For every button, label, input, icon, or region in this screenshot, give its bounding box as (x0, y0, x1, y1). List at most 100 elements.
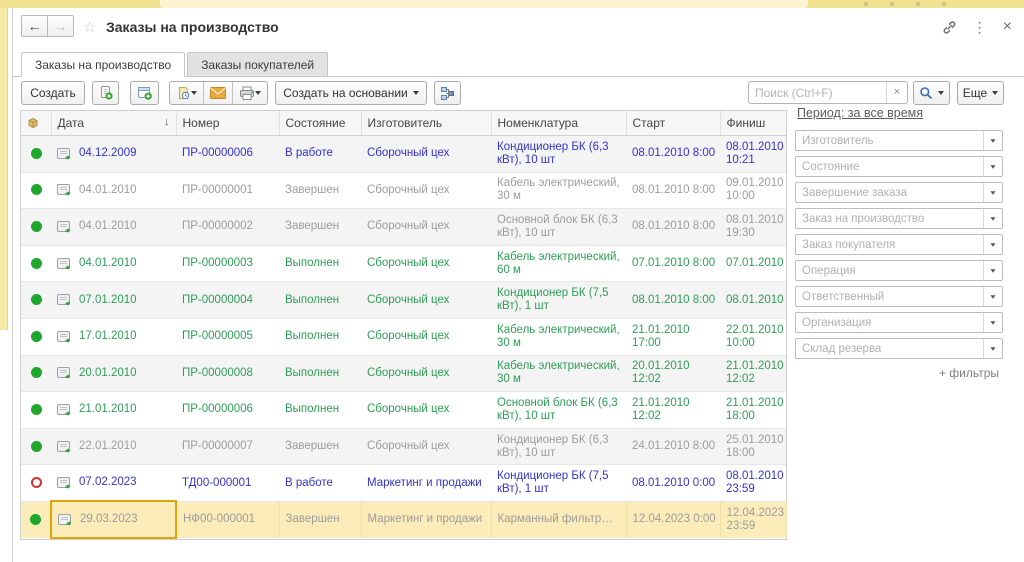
table-row[interactable]: 29.03.2023 НФ00-000001 Завершен Маркетин… (21, 501, 786, 538)
chevron-down-icon (938, 91, 944, 95)
column-header[interactable]: Дата↓ (51, 111, 176, 136)
table-row[interactable]: 04.12.2009 ПР-00000006 В работе Сборочны… (21, 136, 786, 173)
table-row[interactable]: 07.01.2010 ПР-00000004 Выполнен Сборочны… (21, 282, 786, 319)
link-icon[interactable] (942, 20, 957, 35)
filter-dropdown[interactable]: Ответственный (795, 286, 1003, 307)
document-icon (57, 184, 72, 196)
document-icon (57, 477, 72, 489)
status-icon (31, 477, 42, 488)
search-box: × (748, 81, 908, 104)
back-button[interactable]: ← (21, 15, 48, 37)
chevron-down-icon (191, 91, 197, 95)
search-icon (919, 86, 933, 100)
table-row[interactable]: 21.01.2010 ПР-00000006 Выполнен Сборочны… (21, 392, 786, 429)
table-row[interactable]: 07.02.2023 ТД00-000001 В работе Маркетин… (21, 465, 786, 502)
background-window-edge (0, 8, 13, 562)
document-icon (57, 148, 72, 160)
chevron-down-icon[interactable] (983, 313, 1002, 332)
configure-list-button[interactable] (130, 81, 159, 105)
document-icon (57, 404, 72, 416)
filter-dropdown[interactable]: Заказ покупателя (795, 234, 1003, 255)
configure-list-icon (137, 85, 153, 101)
filter-dropdown[interactable]: Операция (795, 260, 1003, 281)
filter-dropdown[interactable]: Организация (795, 312, 1003, 333)
filter-dropdown[interactable]: Изготовитель (795, 130, 1003, 151)
status-icon (31, 184, 42, 195)
forward-button[interactable]: → (47, 15, 74, 37)
chevron-down-icon[interactable] (983, 157, 1002, 176)
mail-button[interactable] (204, 82, 233, 104)
create-based-on-button[interactable]: Создать на основании (275, 81, 427, 105)
more-button[interactable]: Еще (957, 81, 1004, 105)
document-icon (57, 331, 72, 343)
orders-window: ← → ☆ Заказы на производство ⋮ × Заказы … (13, 8, 1024, 562)
print-icon (239, 86, 255, 101)
column-header[interactable]: Изготовитель (361, 111, 491, 136)
filter-panel: Период: за все время Изготовитель Состоя… (795, 104, 1003, 380)
table-row[interactable]: 22.01.2010 ПР-00000007 Завершен Сборочны… (21, 428, 786, 465)
create-button[interactable]: Создать (21, 81, 85, 105)
browser-address-field (160, 0, 808, 8)
copy-document-icon (98, 85, 114, 101)
chevron-down-icon[interactable] (983, 209, 1002, 228)
table-header-row: Дата↓НомерСостояниеИзготовительНоменклат… (21, 111, 786, 136)
status-icon (31, 258, 42, 269)
status-icon (31, 221, 42, 232)
table-body: 04.12.2009 ПР-00000006 В работе Сборочны… (21, 136, 786, 539)
chevron-down-icon[interactable] (983, 235, 1002, 254)
table-row[interactable]: 04.01.2010 ПР-00000002 Завершен Сборочны… (21, 209, 786, 246)
chevron-down-icon[interactable] (983, 131, 1002, 150)
status-icon (31, 367, 42, 378)
copy-document-button[interactable] (92, 81, 119, 105)
page-title: Заказы на производство (106, 19, 279, 35)
chevron-down-icon[interactable] (983, 339, 1002, 358)
column-header[interactable]: Состояние (279, 111, 361, 136)
search-button[interactable] (913, 81, 950, 105)
box-icon (27, 117, 45, 129)
table-row[interactable]: 04.01.2010 ПР-00000003 Выполнен Сборочны… (21, 245, 786, 282)
status-icon (31, 331, 42, 342)
filter-dropdown[interactable]: Состояние (795, 156, 1003, 177)
column-header-icon[interactable] (21, 111, 51, 136)
chevron-down-icon (413, 91, 419, 95)
filter-dropdown[interactable]: Склад резерва (795, 338, 1003, 359)
table-row[interactable]: 20.01.2010 ПР-00000008 Выполнен Сборочны… (21, 355, 786, 392)
document-icon (57, 258, 72, 270)
more-filters-link[interactable]: + фильтры (795, 366, 1003, 380)
related-documents-button[interactable] (434, 81, 461, 105)
table-row[interactable]: 04.01.2010 ПР-00000001 Завершен Сборочны… (21, 172, 786, 209)
period-filter-link[interactable]: Период: за все время (797, 106, 923, 120)
document-icon (58, 514, 73, 526)
column-header[interactable]: Номер (176, 111, 279, 136)
filter-dropdown[interactable]: Завершение заказа (795, 182, 1003, 203)
document-icon (57, 294, 72, 306)
table-row[interactable]: 17.01.2010 ПР-00000005 Выполнен Сборочны… (21, 318, 786, 355)
document-icon (57, 367, 72, 379)
document-time-button[interactable] (170, 82, 204, 104)
clear-search-icon[interactable]: × (886, 82, 907, 103)
title-bar: ← → ☆ Заказы на производство ⋮ × (13, 8, 1024, 52)
chevron-down-icon (992, 91, 998, 95)
status-icon (31, 148, 42, 159)
status-icon (31, 404, 42, 415)
chevron-down-icon[interactable] (983, 287, 1002, 306)
search-input[interactable] (749, 86, 886, 100)
more-menu-icon[interactable]: ⋮ (973, 18, 987, 36)
close-icon[interactable]: × (1003, 18, 1012, 36)
column-header[interactable]: Финиш (720, 111, 786, 136)
filter-dropdown[interactable]: Заказ на производство (795, 208, 1003, 229)
toolbar-button-group (169, 81, 268, 105)
column-header[interactable]: Номенклатура (491, 111, 626, 136)
favorite-star-icon[interactable]: ☆ (83, 18, 96, 36)
column-header[interactable]: Старт (626, 111, 720, 136)
filter-dropdown-list: Изготовитель Состояние Завершение заказа… (795, 130, 1003, 359)
tab[interactable]: Заказы на производство (21, 52, 185, 77)
chevron-down-icon[interactable] (983, 261, 1002, 280)
chevron-down-icon (255, 91, 261, 95)
print-button[interactable] (233, 82, 267, 104)
status-icon (30, 514, 41, 525)
tab[interactable]: Заказы покупателей (187, 52, 328, 76)
document-icon (57, 441, 72, 453)
tab-strip: Заказы на производствоЗаказы покупателей (13, 52, 1024, 77)
chevron-down-icon[interactable] (983, 183, 1002, 202)
